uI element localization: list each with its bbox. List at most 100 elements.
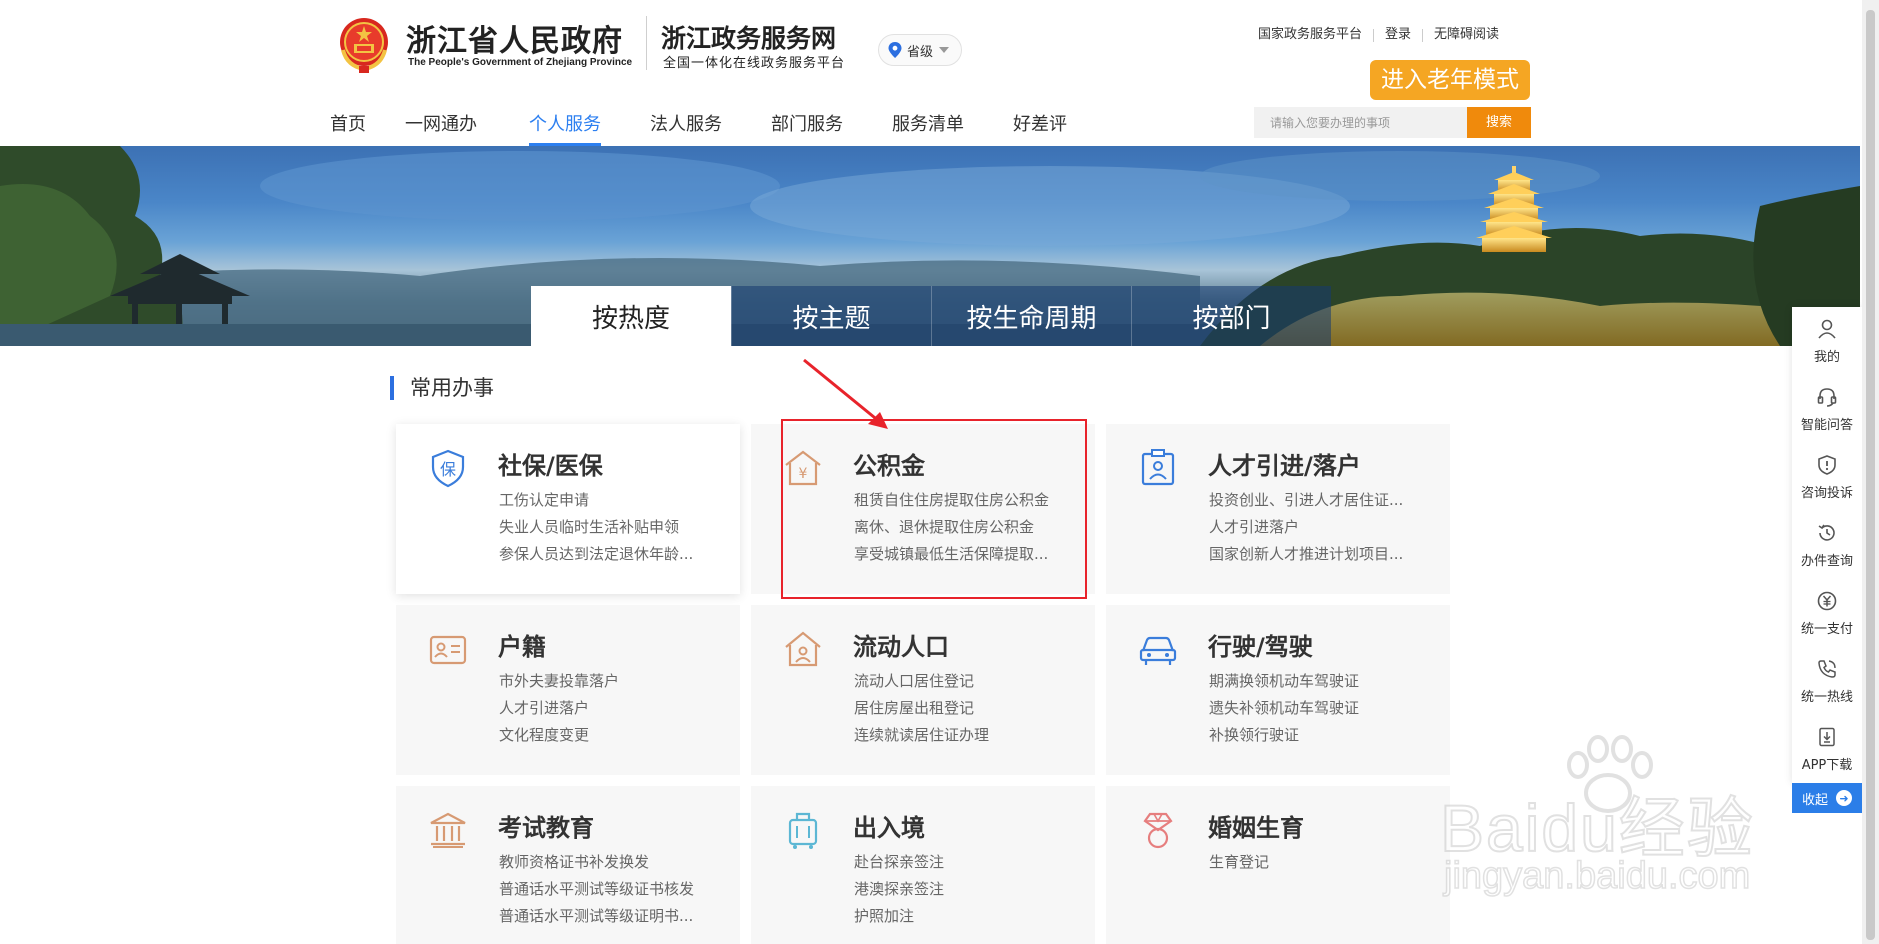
toolbar-app-download[interactable]: APP下载 (1792, 715, 1862, 783)
alert-shield-icon (1818, 454, 1836, 475)
card-items: 期满换领机动车驾驶证 遗失补领机动车驾驶证 补换领行驶证 (1209, 668, 1441, 749)
svg-text:保: 保 (440, 460, 456, 479)
card-exam-education[interactable]: 考试教育 教师资格证书补发换发 普通话水平测试等级证书核发 普通话水平测试等级证… (396, 786, 740, 944)
headset-icon (1817, 387, 1837, 407)
category-tabs: 按热度 按主题 按生命周期 按部门 (531, 286, 1331, 346)
nav-home[interactable]: 首页 (330, 100, 366, 146)
collapse-toolbar-button[interactable]: 收起 ➜ (1792, 783, 1862, 813)
card-items: 教师资格证书补发换发 普通话水平测试等级证书核发 普通话水平测试等级证明书... (499, 849, 731, 930)
tab-by-department[interactable]: 按部门 (1131, 286, 1331, 346)
card-item-link[interactable]: 赴台探亲签注 (854, 849, 1086, 876)
nav-legal-person-services[interactable]: 法人服务 (650, 100, 722, 146)
card-item-link[interactable]: 文化程度变更 (499, 722, 731, 749)
national-platform-link[interactable]: 国家政务服务平台 (1258, 28, 1373, 42)
luggage-icon (788, 812, 818, 849)
diamond-ring-icon (1143, 812, 1173, 849)
card-item-link[interactable]: 生育登记 (1209, 849, 1441, 876)
site-subtitle: 全国一体化在线政务服务平台 (663, 56, 846, 71)
user-icon (1818, 319, 1836, 339)
card-title: 考试教育 (498, 814, 594, 842)
elder-mode-button[interactable]: 进入老年模式 (1370, 60, 1530, 100)
scrollbar-thumb[interactable] (1866, 10, 1875, 940)
card-items: 投资创业、引进人才居住证... 人才引进落户 国家创新人才推进计划项目... (1209, 487, 1441, 568)
card-items: 市外夫妻投靠落户 人才引进落户 文化程度变更 (499, 668, 731, 749)
toolbar-label: 我的 (1813, 349, 1840, 365)
talent-badge-icon (1141, 449, 1175, 486)
collapse-label: 收起 (1801, 792, 1828, 808)
toolbar-smart-qa[interactable]: 智能问答 (1792, 375, 1862, 443)
card-title: 婚姻生育 (1208, 814, 1304, 842)
chevron-down-icon (939, 47, 950, 53)
accessibility-link[interactable]: 无障碍阅读 (1423, 28, 1510, 42)
highlight-annotation-box (781, 419, 1087, 599)
card-item-link[interactable]: 投资创业、引进人才居住证... (1209, 487, 1441, 514)
toolbar-hotline[interactable]: 统一热线 (1792, 647, 1862, 715)
card-item-link[interactable]: 国家创新人才推进计划项目... (1209, 541, 1441, 568)
nav-evaluation[interactable]: 好差评 (1013, 100, 1067, 146)
card-item-link[interactable]: 护照加注 (854, 903, 1086, 930)
social-security-icon: 保 (431, 449, 465, 488)
id-card-icon (429, 635, 467, 665)
gov-subtitle: The People's Government of Zhejiang Prov… (408, 57, 633, 68)
card-driving[interactable]: 行驶/驾驶 期满换领机动车驾驶证 遗失补领机动车驾驶证 补换领行驶证 (1106, 605, 1450, 775)
card-item-link[interactable]: 流动人口居住登记 (854, 668, 1086, 695)
logo-divider (646, 16, 647, 70)
card-floating-population[interactable]: 流动人口 流动人口居住登记 居住房屋出租登记 连续就读居住证办理 (751, 605, 1095, 775)
gov-title[interactable]: 浙江省人民政府 (406, 16, 623, 60)
toolbar-payment[interactable]: 统一支付 (1792, 579, 1862, 647)
page: 浙江省人民政府 The People's Government of Zheji… (0, 0, 1879, 944)
paw-print-icon (1567, 735, 1653, 813)
card-item-link[interactable]: 普通话水平测试等级证书核发 (499, 876, 731, 903)
card-item-link[interactable]: 人才引进落户 (1209, 514, 1441, 541)
card-item-link[interactable]: 人才引进落户 (499, 695, 731, 722)
nav-personal-services[interactable]: 个人服务 (529, 100, 601, 146)
card-item-link[interactable]: 遗失补领机动车驾驶证 (1209, 695, 1441, 722)
card-item-link[interactable]: 工伤认定申请 (499, 487, 731, 514)
card-talent-settlement[interactable]: 人才引进/落户 投资创业、引进人才居住证... 人才引进落户 国家创新人才推进计… (1106, 424, 1450, 594)
toolbar-complaint[interactable]: 咨询投诉 (1792, 443, 1862, 511)
download-icon (1819, 727, 1835, 746)
region-label: 省级 (907, 44, 934, 60)
tab-by-theme[interactable]: 按主题 (731, 286, 931, 346)
card-item-link[interactable]: 连续就读居住证办理 (854, 722, 1086, 749)
main-nav: 首页 一网通办 个人服务 法人服务 部门服务 服务清单 好差评 (330, 100, 1067, 146)
watermark-brand: Baidu经验 (1439, 790, 1755, 866)
card-item-link[interactable]: 参保人员达到法定退休年龄... (499, 541, 731, 568)
card-item-link[interactable]: 港澳探亲签注 (854, 876, 1086, 903)
card-title: 社保/医保 (498, 452, 603, 480)
baidu-watermark: Baidu经验 jingyan.baidu.com (1439, 735, 1840, 925)
card-social-security[interactable]: 保 社保/医保 工伤认定申请 失业人员临时生活补贴申领 参保人员达到法定退休年龄… (396, 424, 740, 594)
history-icon (1818, 524, 1835, 541)
card-household-register[interactable]: 户籍 市外夫妻投靠落户 人才引进落户 文化程度变更 (396, 605, 740, 775)
toolbar-my-account[interactable]: 我的 (1792, 307, 1862, 375)
annotation-arrow-icon (803, 358, 888, 429)
nav-service-list[interactable]: 服务清单 (892, 100, 964, 146)
card-item-link[interactable]: 期满换领机动车驾驶证 (1209, 668, 1441, 695)
card-exit-entry[interactable]: 出入境 赴台探亲签注 港澳探亲签注 护照加注 (751, 786, 1095, 944)
nav-department-services[interactable]: 部门服务 (771, 100, 843, 146)
card-items: 流动人口居住登记 居住房屋出租登记 连续就读居住证办理 (854, 668, 1086, 749)
house-person-icon (785, 631, 821, 667)
card-item-link[interactable]: 普通话水平测试等级证明书... (499, 903, 731, 930)
toolbar-case-query[interactable]: 办件查询 (1792, 511, 1862, 579)
location-pin-icon (888, 42, 902, 58)
nav-one-stop[interactable]: 一网通办 (405, 100, 477, 146)
login-link[interactable]: 登录 (1374, 28, 1422, 42)
card-item-link[interactable]: 市外夫妻投靠落户 (499, 668, 731, 695)
tab-by-life-cycle[interactable]: 按生命周期 (931, 286, 1131, 346)
card-item-link[interactable]: 居住房屋出租登记 (854, 695, 1086, 722)
top-links: 国家政务服务平台 登录 无障碍阅读 (1258, 28, 1510, 42)
search-button[interactable]: 搜索 (1467, 107, 1531, 138)
site-title[interactable]: 浙江政务服务网 (661, 19, 836, 55)
tab-by-popularity[interactable]: 按热度 (531, 286, 731, 346)
card-title: 户籍 (498, 633, 546, 661)
search-input[interactable] (1254, 107, 1467, 138)
card-marriage-birth[interactable]: 婚姻生育 生育登记 (1106, 786, 1450, 944)
card-title: 行驶/驾驶 (1208, 633, 1313, 661)
section-title: 常用办事 (390, 376, 494, 400)
card-item-link[interactable]: 失业人员临时生活补贴申领 (499, 514, 731, 541)
region-selector[interactable]: 省级 (878, 34, 962, 66)
card-item-link[interactable]: 补换领行驶证 (1209, 722, 1441, 749)
card-item-link[interactable]: 教师资格证书补发换发 (499, 849, 731, 876)
national-emblem-icon[interactable] (337, 14, 391, 74)
